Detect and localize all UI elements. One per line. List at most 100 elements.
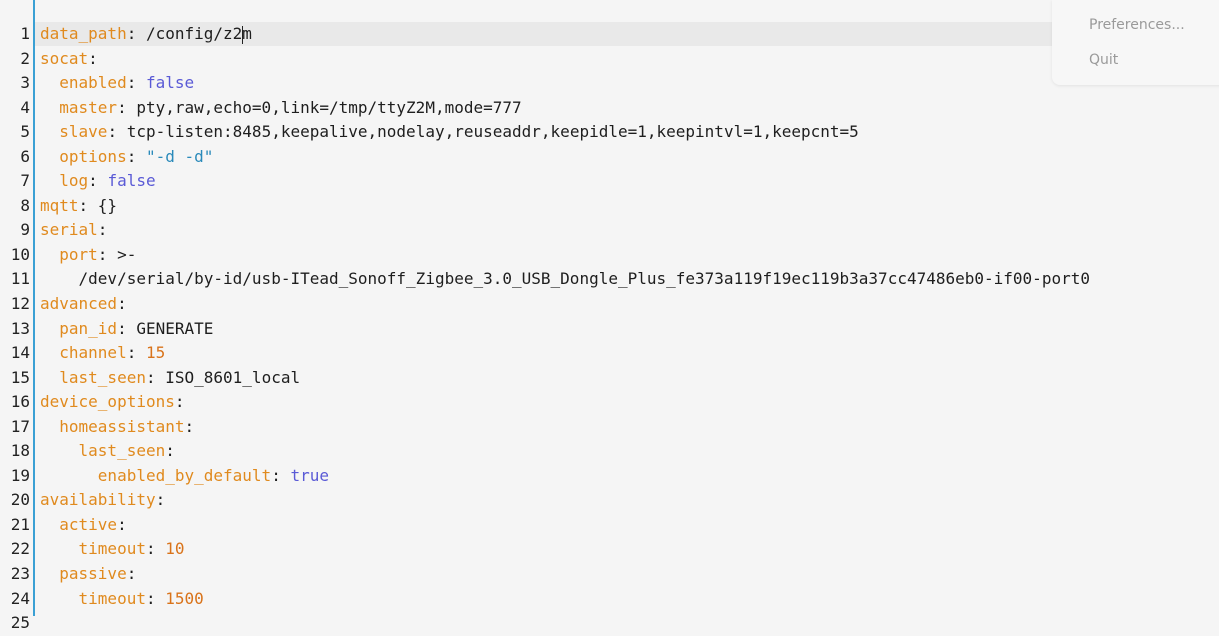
line-code: master: pty,raw,echo=0,link=/tmp/ttyZ2M,… (40, 96, 522, 121)
line-number: 4 (20, 97, 30, 117)
yaml-value: 1500 (165, 588, 204, 608)
code-line[interactable]: 2 socat: (0, 47, 1219, 72)
yaml-punct: : (145, 367, 166, 387)
app-menu: Preferences... Quit (1052, 0, 1219, 85)
yaml-punct: : (155, 490, 166, 510)
yaml-value: ISO_8601_local (165, 367, 301, 387)
line-number: 9 (20, 220, 30, 240)
line-code: device_options: (40, 390, 185, 415)
code-line[interactable]: 3 enabled: false (0, 71, 1219, 96)
yaml-value: /dev/serial/by-id/usb-ITead_Sonoff_Zigbe… (40, 269, 1090, 289)
code-line[interactable]: 20 availability: (0, 488, 1219, 513)
code-line[interactable]: 25 (0, 611, 1219, 636)
yaml-punct: : (97, 220, 108, 240)
yaml-key: advanced (40, 294, 118, 314)
line-code: timeout: 1500 (40, 587, 204, 612)
yaml-value: {} (97, 195, 118, 215)
code-line[interactable]: 1 data_path: /config/z2m (0, 22, 1219, 47)
code-line[interactable]: 12 advanced: (0, 292, 1219, 317)
menu-item-quit[interactable]: Quit (1089, 52, 1118, 68)
yaml-punct: : (126, 564, 137, 584)
line-code: homeassistant: (40, 415, 194, 440)
line-number: 6 (20, 146, 30, 166)
yaml-punct: : (174, 392, 185, 412)
yaml-key: homeassistant (40, 416, 185, 436)
line-code: active: (40, 513, 126, 538)
code-line[interactable]: 9 serial: (0, 218, 1219, 243)
yaml-key: pan_id (40, 318, 118, 338)
line-number: 5 (20, 122, 30, 142)
yaml-value: m (242, 24, 252, 43)
yaml-punct: : (184, 416, 195, 436)
code-line[interactable]: 13 pan_id: GENERATE (0, 317, 1219, 342)
line-number: 14 (10, 343, 30, 363)
yaml-key: channel (40, 343, 127, 363)
code-line[interactable]: 22 timeout: 10 (0, 537, 1219, 562)
line-number: 20 (10, 490, 30, 510)
code-line[interactable]: 14 channel: 15 (0, 341, 1219, 366)
yaml-key: timeout (40, 539, 146, 559)
line-code: serial: (40, 218, 107, 243)
yaml-value: "-d -d" (145, 146, 214, 166)
line-code: data_path: /config/z2m (40, 22, 252, 47)
line-code: log: false (40, 169, 155, 194)
line-number: 15 (10, 367, 30, 387)
yaml-value: GENERATE (136, 318, 214, 338)
yaml-punct: : (117, 294, 127, 314)
yaml-punct: : (145, 539, 166, 559)
line-number: 13 (10, 318, 30, 338)
line-number: 23 (10, 564, 30, 584)
yaml-punct: : (88, 171, 108, 191)
yaml-value: 15 (145, 343, 166, 363)
code-lines[interactable]: 1 data_path: /config/z2m 2 socat: 3 enabled:… (0, 22, 1219, 636)
yaml-key: enabled (40, 73, 127, 93)
code-line[interactable]: 4 master: pty,raw,echo=0,link=/tmp/ttyZ2… (0, 96, 1219, 121)
line-code: enabled: false (40, 71, 194, 96)
yaml-key: device_options (40, 392, 175, 412)
code-line[interactable]: 21 active: (0, 513, 1219, 538)
line-number: 10 (10, 244, 30, 264)
code-line[interactable]: 11 /dev/serial/by-id/usb-ITead_Sonoff_Zi… (0, 267, 1219, 292)
code-line[interactable]: 16 device_options: (0, 390, 1219, 415)
code-line[interactable]: 18 last_seen: (0, 439, 1219, 464)
yaml-key: master (40, 97, 118, 117)
code-line[interactable]: 6 options: "-d -d" (0, 145, 1219, 170)
code-line[interactable]: 8 mqtt: {} (0, 194, 1219, 219)
yaml-value: pty,raw,echo=0,link=/tmp/ttyZ2M,mode=777 (136, 97, 522, 117)
yaml-key: active (40, 514, 118, 534)
line-number: 21 (10, 514, 30, 534)
yaml-punct: : (107, 122, 127, 142)
line-number: 12 (10, 294, 30, 314)
line-code: last_seen: (40, 439, 175, 464)
code-line[interactable]: 17 homeassistant: (0, 415, 1219, 440)
yaml-punct: : (117, 318, 137, 338)
yaml-punct: : (78, 195, 98, 215)
code-line[interactable]: 5 slave: tcp-listen:8485,keepalive,nodel… (0, 120, 1219, 145)
yaml-value: true (290, 465, 329, 485)
code-line[interactable]: 15 last_seen: ISO_8601_local (0, 366, 1219, 391)
code-line[interactable]: 19 enabled_by_default: true (0, 464, 1219, 489)
line-number: 24 (10, 588, 30, 608)
line-code: last_seen: ISO_8601_local (40, 366, 300, 391)
yaml-value: false (145, 73, 195, 93)
line-number: 3 (20, 73, 30, 93)
line-number: 1 (20, 24, 30, 43)
yaml-editor[interactable]: 1 data_path: /config/z2m 2 socat: 3 enabled:… (0, 0, 1219, 632)
yaml-key: socat (40, 48, 89, 68)
line-number: 16 (10, 392, 30, 412)
yaml-key: serial (40, 220, 98, 240)
line-number: 17 (10, 416, 30, 436)
line-code: slave: tcp-listen:8485,keepalive,nodelay… (40, 120, 859, 145)
code-line[interactable]: 24 timeout: 1500 (0, 587, 1219, 612)
code-line[interactable]: 7 log: false (0, 169, 1219, 194)
yaml-value: >- (117, 244, 137, 264)
yaml-value: tcp-listen:8485,keepalive,nodelay,reusea… (126, 122, 859, 142)
code-line[interactable]: 10 port: >- (0, 243, 1219, 268)
line-code: availability: (40, 488, 165, 513)
line-code: advanced: (40, 292, 127, 317)
yaml-key: last_seen (40, 367, 146, 387)
menu-item-preferences[interactable]: Preferences... (1089, 17, 1185, 33)
line-number: 18 (10, 441, 30, 461)
yaml-key: timeout (40, 588, 146, 608)
code-line[interactable]: 23 passive: (0, 562, 1219, 587)
